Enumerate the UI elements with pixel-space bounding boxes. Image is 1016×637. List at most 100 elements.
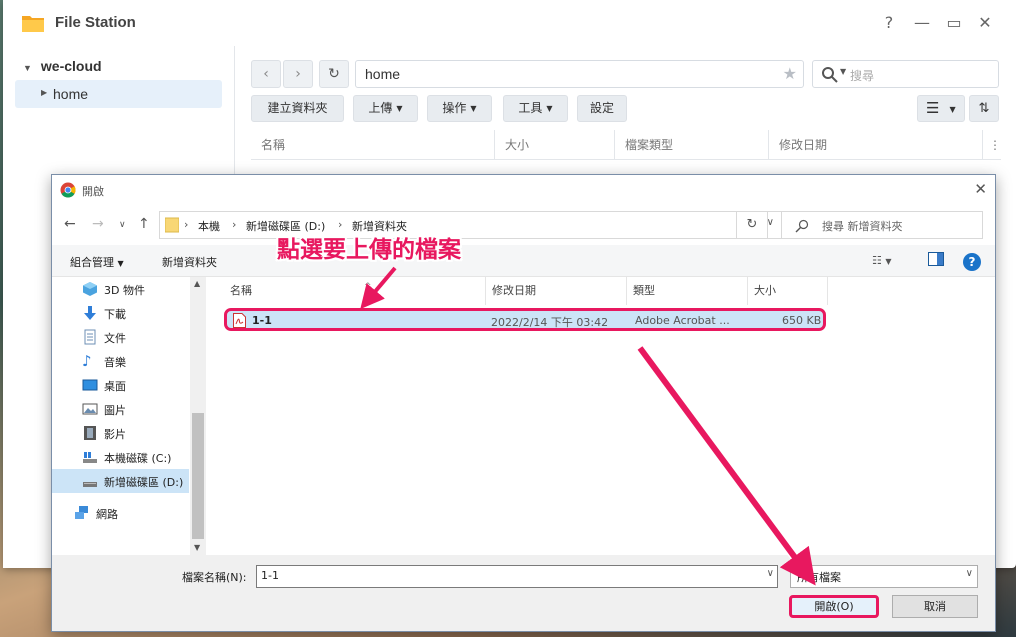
cancel-button[interactable]: 取消 (892, 595, 978, 618)
list-view-icon: ☰ (926, 99, 940, 117)
app-title: File Station (55, 14, 136, 31)
search-field[interactable]: ▼ 搜尋 (812, 60, 999, 88)
chevron-down-icon: ∨ (965, 568, 973, 579)
dialog-search-field[interactable]: 搜尋 新增資料夾 (781, 211, 983, 239)
dialog-search-placeholder: 搜尋 新增資料夾 (822, 220, 903, 233)
nav-item-label: 文件 (104, 332, 126, 345)
filename-label: 檔案名稱(N): (182, 571, 247, 584)
nav-item-label: 網路 (96, 508, 118, 521)
filetype-select[interactable]: 所有檔案 ∨ (790, 565, 978, 588)
help-button[interactable]: ? (879, 13, 899, 33)
path-text: home (365, 66, 401, 82)
folder-icon (165, 217, 179, 233)
column-options-icon[interactable]: ⋮ (983, 130, 1001, 160)
tree-item-home[interactable]: ▶ home (15, 80, 222, 108)
nav-item-label: 音樂 (104, 356, 126, 369)
title-bar: File Station ? — ▭ ✕ (3, 0, 1016, 46)
forward-arrow-icon[interactable]: → (92, 216, 104, 232)
scrollbar-thumb[interactable] (192, 413, 204, 539)
preview-pane-icon[interactable] (928, 252, 944, 269)
3d-objects-icon (83, 282, 97, 296)
column-name[interactable]: 名稱 (251, 130, 495, 160)
scroll-down-icon[interactable]: ▼ (194, 543, 200, 552)
create-folder-label: 建立資料夾 (267, 101, 328, 115)
close-button[interactable]: ✕ (975, 13, 995, 33)
navigation-pane: 3D 物件 下載 文件 ♪ 音樂 桌面 圖片 影片 本機磁碟 (C:) 新增磁碟… (52, 277, 206, 555)
column-name-label: 名稱 (230, 284, 252, 297)
tree-root-we-cloud[interactable]: ▼ we-cloud (23, 58, 102, 80)
open-button[interactable]: 開啟(O) (789, 595, 879, 618)
column-size[interactable]: 大小 (495, 130, 615, 160)
file-row[interactable]: 1-1 2022/2/14 下午 03:42 Adobe Acrobat ...… (224, 308, 826, 331)
organize-menu[interactable]: 組合管理 ▼ (70, 254, 124, 270)
action-button[interactable]: 操作 ▼ (427, 95, 492, 122)
view-mode-button[interactable]: ☰ ▼ (917, 95, 965, 122)
back-button[interactable]: ‹ (251, 60, 281, 88)
search-icon (822, 67, 838, 83)
settings-label: 設定 (589, 101, 614, 115)
nav-item-label: 新增磁碟區 (D:) (104, 476, 184, 489)
dialog-title: 開啟 (82, 185, 104, 198)
new-folder-button[interactable]: 新增資料夾 (162, 254, 217, 270)
scroll-up-icon[interactable]: ▲ (194, 279, 200, 288)
dialog-close-button[interactable]: ✕ (974, 180, 987, 198)
sort-up-icon: ^ (364, 282, 372, 292)
upload-button[interactable]: 上傳 ▼ (353, 95, 418, 122)
view-options-icon[interactable]: ☷ ▼ (872, 254, 892, 267)
maximize-button[interactable]: ▭ (944, 13, 964, 33)
nav-item-label: 下載 (104, 308, 126, 321)
refresh-icon: ↻ (328, 66, 340, 82)
back-arrow-icon[interactable]: ← (64, 216, 76, 232)
file-name: 1-1 (252, 314, 272, 327)
chrome-icon (60, 182, 76, 198)
column-modified[interactable]: 修改日期 (769, 130, 983, 160)
up-arrow-icon[interactable]: ↑ (138, 216, 150, 232)
tools-button[interactable]: 工具 ▼ (503, 95, 568, 122)
refresh-button[interactable]: ↻ (736, 211, 768, 239)
breadcrumb-separator-icon: › (232, 218, 237, 231)
nav-item-label: 桌面 (104, 380, 126, 393)
caret-down-icon: ▼ (546, 104, 553, 113)
minimize-button[interactable]: — (912, 13, 932, 33)
music-icon: ♪ (82, 352, 92, 370)
pdf-file-icon (233, 313, 246, 328)
drive-c-icon (83, 452, 97, 463)
tools-label: 工具 (518, 101, 543, 115)
column-name[interactable]: 名稱 ^ (224, 277, 486, 305)
search-placeholder: 搜尋 (850, 69, 875, 83)
address-row: ← → ∨ ↑ › 本機 › 新增磁碟區 (D:) › 新增資料夾 ∨ ↻ 搜尋… (52, 205, 995, 245)
caret-down-icon: ▼ (949, 105, 956, 114)
filetype-value: 所有檔案 (797, 571, 841, 584)
create-folder-button[interactable]: 建立資料夾 (251, 95, 344, 122)
chevron-right-icon: › (295, 66, 301, 82)
help-icon[interactable]: ? (963, 253, 981, 271)
open-file-dialog: 開啟 ✕ ← → ∨ ↑ › 本機 › 新增磁碟區 (D:) › 新增資料夾 ∨… (51, 174, 996, 632)
file-list-pane: 名稱 ^ 修改日期 類型 大小 1-1 2022/2/14 下午 03:42 A… (206, 277, 995, 555)
filename-input[interactable]: 1-1 ∨ (256, 565, 778, 588)
nav-scrollbar[interactable]: ▲ ▼ (190, 277, 206, 555)
caret-right-icon: ▶ (41, 88, 48, 97)
tree-item-label: home (53, 86, 89, 102)
column-size[interactable]: 大小 (748, 277, 828, 305)
sort-button[interactable]: ⇅ (969, 95, 999, 122)
column-modified[interactable]: 修改日期 (486, 277, 627, 305)
path-field[interactable]: home ★ (355, 60, 804, 88)
address-bar[interactable]: › 本機 › 新增磁碟區 (D:) › 新增資料夾 ∨ (159, 211, 783, 239)
refresh-button[interactable]: ↻ (319, 60, 349, 88)
dialog-footer: 檔案名稱(N): 1-1 ∨ 所有檔案 ∨ 開啟(O) 取消 (52, 555, 995, 631)
chevron-down-icon[interactable]: ∨ (767, 568, 774, 579)
caret-down-icon: ▼ (470, 104, 477, 113)
dialog-title-bar: 開啟 ✕ (52, 175, 995, 205)
column-type[interactable]: 檔案類型 (615, 130, 769, 160)
chevron-left-icon: ‹ (263, 66, 269, 82)
forward-button[interactable]: › (283, 60, 313, 88)
breadcrumb-this-pc[interactable]: 本機 (198, 218, 220, 234)
action-label: 操作 (442, 101, 467, 115)
drive-d-icon (83, 482, 97, 487)
annotation-text: 點選要上傳的檔案 (277, 237, 461, 263)
star-icon[interactable]: ★ (783, 64, 797, 84)
settings-button[interactable]: 設定 (577, 95, 627, 122)
desktop-icon (82, 379, 98, 391)
recent-locations-icon[interactable]: ∨ (119, 220, 126, 230)
column-type[interactable]: 類型 (627, 277, 748, 305)
